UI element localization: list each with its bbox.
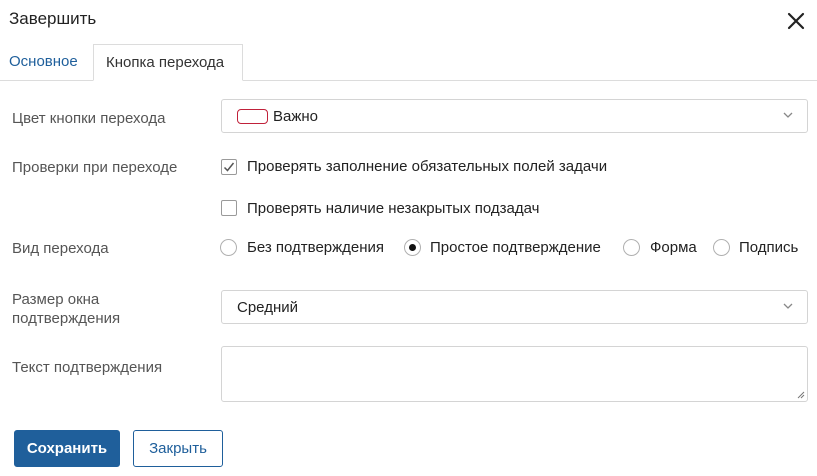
tab-main[interactable]: Основное	[9, 44, 78, 80]
dialog-title: Завершить	[9, 9, 97, 28]
tab-transition-button[interactable]: Кнопка перехода	[93, 44, 243, 81]
color-swatch	[237, 109, 268, 124]
save-button[interactable]: Сохранить	[14, 430, 120, 467]
check-required-fields-checkbox[interactable]	[221, 159, 237, 175]
close-icon	[787, 12, 805, 30]
close-button[interactable]	[785, 10, 807, 32]
radio-simple-confirmation-label: Простое подтверждение	[430, 239, 601, 256]
check-open-subtasks-checkbox[interactable]	[221, 200, 237, 216]
confirm-text-textarea[interactable]	[221, 346, 808, 402]
checks-label: Проверки при переходе	[12, 159, 178, 176]
radio-signature[interactable]	[713, 239, 730, 256]
confirm-text-label: Текст подтверждения	[12, 359, 163, 376]
check-required-fields-label: Проверять заполнение обязательных полей …	[247, 158, 608, 175]
tab-bar: Основное Кнопка перехода	[0, 44, 817, 81]
window-size-label: Размер окна подтверждения	[12, 291, 121, 327]
window-size-select[interactable]: Средний	[221, 290, 808, 324]
radio-form[interactable]	[623, 239, 640, 256]
button-color-label: Цвет кнопки перехода	[12, 110, 166, 127]
transition-type-label: Вид перехода	[12, 240, 109, 257]
chevron-down-icon	[783, 303, 793, 309]
chevron-down-icon	[783, 112, 793, 118]
check-open-subtasks-label: Проверять наличие незакрытых подзадач	[247, 200, 540, 217]
button-color-select[interactable]: Важно	[221, 99, 808, 133]
window-size-value: Средний	[237, 299, 298, 316]
radio-simple-confirmation[interactable]	[404, 239, 421, 256]
radio-signature-label: Подпись	[739, 239, 799, 256]
resize-grip-icon[interactable]	[797, 391, 805, 399]
radio-no-confirmation-label: Без подтверждения	[247, 239, 385, 256]
radio-no-confirmation[interactable]	[220, 239, 237, 256]
radio-form-label: Форма	[650, 239, 697, 256]
close-dialog-button[interactable]: Закрыть	[133, 430, 223, 467]
checkmark-icon	[223, 162, 235, 172]
button-color-value: Важно	[273, 108, 319, 125]
